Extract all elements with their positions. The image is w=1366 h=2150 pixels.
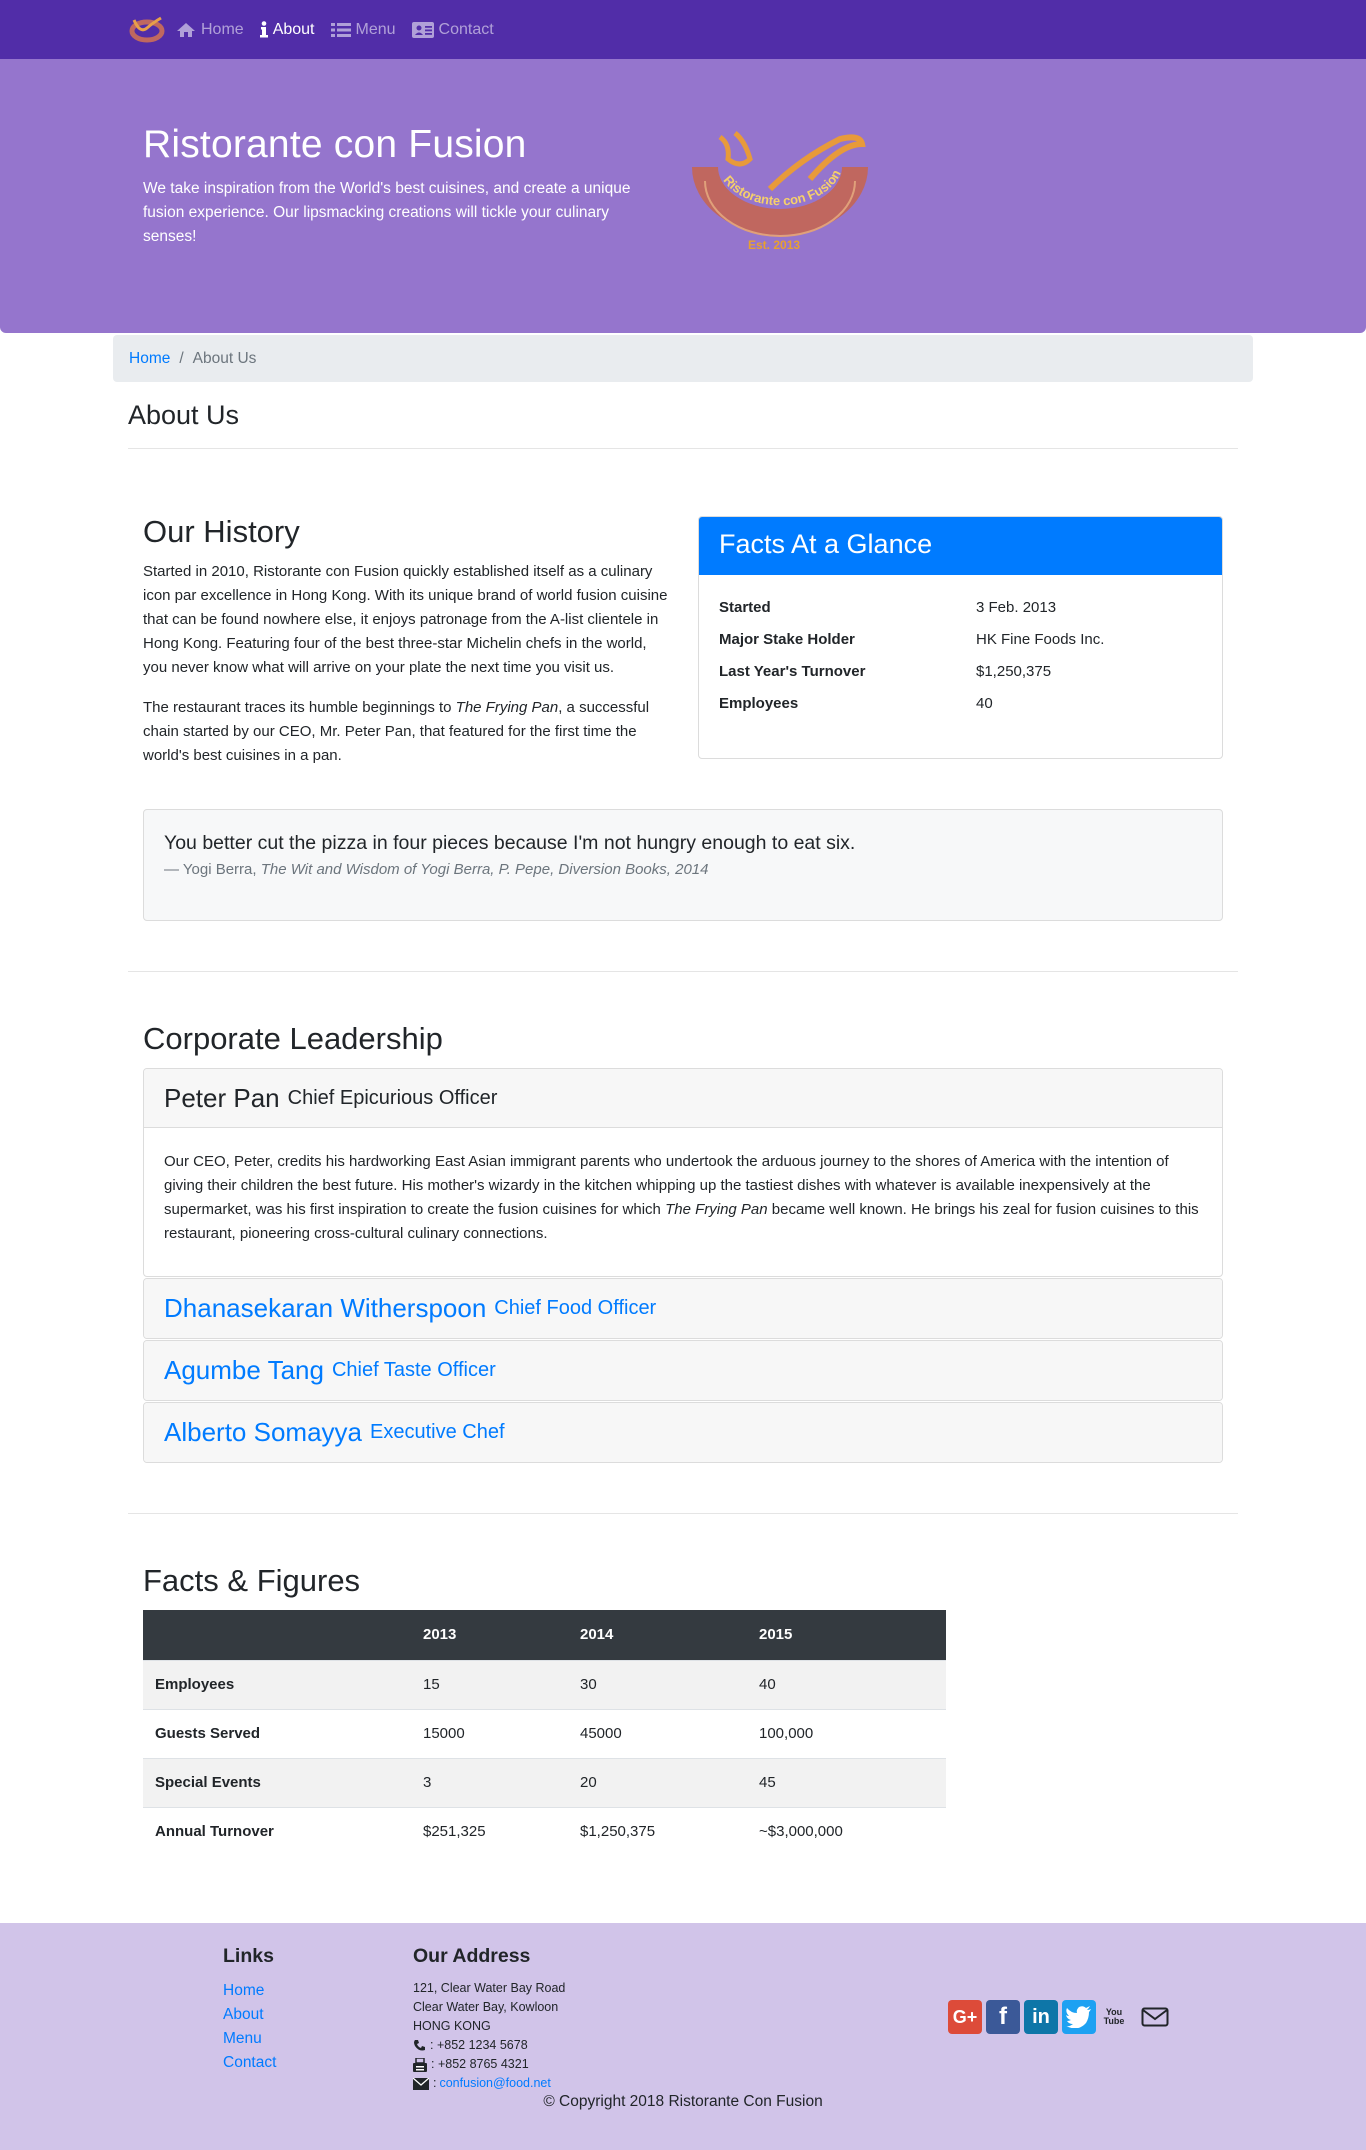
email-link[interactable]: confusion@food.net: [439, 2074, 550, 2093]
table-row: Employees 15 30 40: [143, 1659, 946, 1709]
quote-footer: — Yogi Berra, The Wit and Wisdom of Yogi…: [164, 861, 709, 878]
phone-number: : +852 1234 5678: [430, 2038, 528, 2052]
history-paragraph-2: The restaurant traces its humble beginni…: [143, 699, 650, 764]
footer-link-about[interactable]: About: [223, 2006, 264, 2023]
facts-card: Facts At a Glance Started 3 Feb. 2013 Maj…: [698, 516, 1223, 759]
fact-row: Last Year's Turnover $1,250,375: [719, 662, 1052, 680]
breadcrumb-separator: /: [179, 349, 184, 367]
fax-number: : +852 8765 4321: [431, 2057, 529, 2071]
mail-icon[interactable]: [1138, 2000, 1172, 2034]
history-paragraph: Started in 2010, Ristorante con Fusion q…: [143, 563, 668, 676]
linkedin-icon[interactable]: in: [1024, 2000, 1058, 2034]
figures-table: 2013 2014 2015 Employees 15 30 40 Guests Se…: [143, 1610, 946, 1856]
table-row: Guests Served 15000 45000 100,000: [143, 1708, 946, 1758]
nav-menu-label: Menu: [355, 20, 396, 38]
leader-header[interactable]: Agumbe Tang Chief Taste Officer: [144, 1341, 1222, 1400]
quote-text: You better cut the pizza in four pieces …: [164, 832, 856, 854]
facebook-icon[interactable]: f: [986, 2000, 1020, 2034]
leader-role: Chief Food Officer: [494, 1297, 657, 1319]
home-icon: [177, 22, 195, 37]
table-row: Annual Turnover $251,325 $1,250,375 ~$3,000…: [143, 1806, 946, 1856]
leader-card: Peter Pan Chief Epicurious Officer Our C…: [143, 1068, 1223, 1277]
footer-links-title: Links: [223, 1945, 274, 1967]
phone-icon: [414, 2040, 425, 2051]
footer-address-title: Our Address: [413, 1945, 531, 1967]
leader-name: Agumbe Tang: [164, 1355, 324, 1385]
restaurant-logo-icon: Ristorante con Fusion Est. 2013: [692, 131, 868, 252]
leader-card: Alberto Somayya Executive Chef: [143, 1402, 1223, 1463]
breadcrumb: Home / About Us: [113, 335, 1253, 382]
list-icon: [330, 22, 351, 37]
table-header-row: 2013 2014 2015: [143, 1610, 946, 1660]
twitter-icon[interactable]: [1062, 2000, 1096, 2034]
table-row: Special Events 3 20 45: [143, 1757, 946, 1807]
social-links: G+ f in You Tube: [948, 2000, 1176, 2034]
copyright: © Copyright 2018 Ristorante Con Fusion: [543, 2093, 823, 2110]
facts-card-title: Facts At a Glance: [699, 517, 1222, 575]
footer-link-home[interactable]: Home: [223, 1982, 264, 1999]
nav-menu[interactable]: Menu: [330, 20, 396, 39]
svg-text:Est. 2013: Est. 2013: [748, 238, 800, 252]
divider: [128, 971, 1238, 972]
breadcrumb-home[interactable]: Home: [129, 350, 170, 368]
page-title: About Us: [128, 400, 240, 430]
envelope-icon: [413, 2077, 429, 2090]
breadcrumb-current: About Us: [192, 349, 257, 367]
leader-header[interactable]: Dhanasekaran Witherspoon Chief Food Offi…: [144, 1279, 1222, 1338]
restaurant-logo-icon[interactable]: [128, 14, 166, 44]
figures-title: Facts & Figures: [143, 1563, 361, 1598]
fact-row: Started 3 Feb. 2013: [719, 598, 1057, 616]
leadership-accordion: Peter Pan Chief Epicurious Officer Our C…: [143, 1068, 1223, 1464]
nav-about[interactable]: About: [259, 20, 315, 39]
divider: [128, 1513, 1238, 1514]
leader-role: Chief Taste Officer: [331, 1359, 496, 1381]
fax-icon: [413, 2057, 427, 2072]
google-plus-icon[interactable]: G+: [948, 2000, 982, 2034]
nav-home[interactable]: Home: [176, 21, 244, 39]
leader-card: Agumbe Tang Chief Taste Officer: [143, 1340, 1223, 1401]
info-icon: [259, 21, 268, 38]
youtube-icon[interactable]: You Tube: [1100, 2000, 1128, 2034]
jumbotron: Ristorante con Fusion We take inspiratio…: [0, 59, 1366, 333]
leader-role: Executive Chef: [369, 1421, 505, 1443]
footer-link-contact[interactable]: Contact: [223, 2054, 276, 2071]
restaurant-tagline: We take inspiration from the World's bes…: [143, 180, 631, 245]
footer-address: 121, Clear Water Bay Road Clear Water Ba…: [413, 1979, 565, 2093]
footer-links: Home About Menu Contact: [223, 1979, 276, 2075]
leader-role: Chief Epicurious Officer: [287, 1086, 498, 1109]
leader-name: Alberto Somayya: [164, 1417, 362, 1447]
divider: [128, 448, 1238, 449]
nav-contact-label: Contact: [438, 20, 494, 38]
restaurant-title: Ristorante con Fusion: [143, 123, 527, 166]
navbar: Home About Menu Contact: [0, 0, 1366, 59]
leader-card: Dhanasekaran Witherspoon Chief Food Offi…: [143, 1278, 1223, 1339]
quote-card: You better cut the pizza in four pieces …: [143, 809, 1223, 921]
leader-bio: Our CEO, Peter, credits his hardworking …: [164, 1153, 1199, 1242]
fact-row: Major Stake Holder HK Fine Foods Inc.: [719, 630, 1105, 648]
nav-about-label: About: [272, 20, 315, 38]
leadership-title: Corporate Leadership: [143, 1021, 443, 1056]
history-title: Our History: [143, 514, 300, 549]
leader-header[interactable]: Peter Pan Chief Epicurious Officer: [144, 1069, 1222, 1128]
nav-contact[interactable]: Contact: [411, 20, 494, 39]
footer-link-menu[interactable]: Menu: [223, 2030, 262, 2047]
address-card-icon: [411, 21, 434, 38]
leader-name: Dhanasekaran Witherspoon: [164, 1293, 487, 1323]
fact-row: Employees 40: [719, 694, 993, 712]
footer: Links Home About Menu Contact Our Addres…: [0, 1923, 1366, 2150]
history-text: Started in 2010, Ristorante con Fusion q…: [143, 560, 673, 784]
leader-name: Peter Pan: [164, 1082, 280, 1113]
leader-header[interactable]: Alberto Somayya Executive Chef: [144, 1403, 1222, 1462]
nav-home-label: Home: [201, 20, 244, 38]
